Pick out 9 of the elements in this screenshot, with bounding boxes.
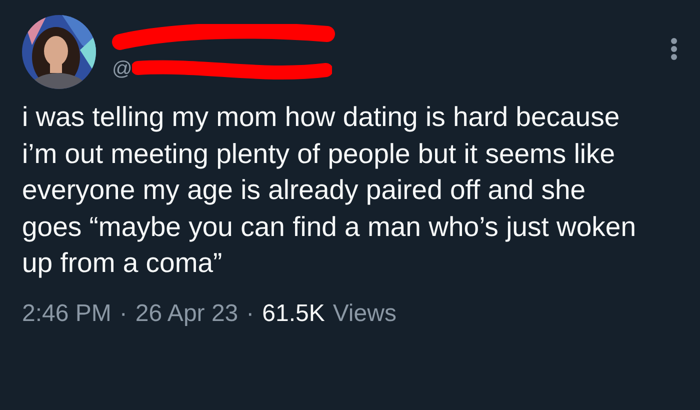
tweet-text: i was telling my mom how dating is hard because i’m out meeting plenty of people but it seems like everyone my age is already paired off and she goes “maybe you can find a man who’s just woken up from a coma” xyxy=(22,100,637,280)
separator-dot: · xyxy=(119,298,128,328)
meta-text: 26 Apr 23 xyxy=(135,298,238,328)
separator-dot: · xyxy=(246,298,254,328)
more-options-icon[interactable] xyxy=(670,37,678,61)
user-handle: @ xyxy=(112,59,132,79)
meta-text: 2:46 PM xyxy=(22,298,112,328)
meta-text: Views xyxy=(332,298,396,328)
view-count: 61.5K xyxy=(262,298,325,328)
